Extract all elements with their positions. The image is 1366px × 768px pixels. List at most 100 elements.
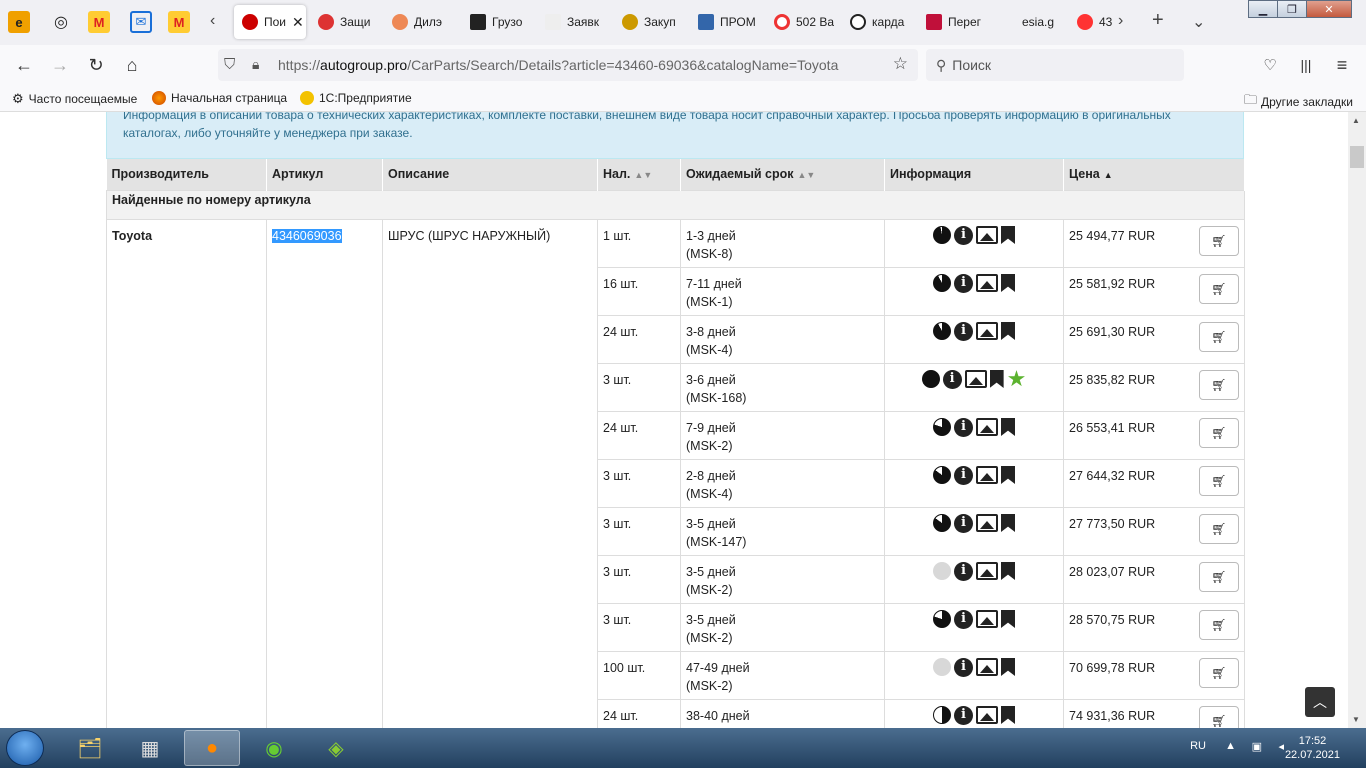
add-to-cart-button[interactable]: 🛒︎ bbox=[1199, 273, 1239, 304]
image-icon[interactable] bbox=[976, 514, 998, 532]
tab-7[interactable]: ПРОМ bbox=[698, 5, 758, 39]
other-bookmarks[interactable]: 🗀 Другие закладки bbox=[1244, 91, 1353, 113]
add-to-cart-button[interactable]: 🛒︎ bbox=[1199, 705, 1239, 728]
start-button[interactable] bbox=[6, 730, 44, 766]
image-icon[interactable] bbox=[964, 370, 987, 388]
add-to-cart-button[interactable]: 🛒︎ bbox=[1199, 225, 1239, 256]
scroll-down-icon[interactable]: ▼ bbox=[1352, 715, 1360, 724]
tab-scroll-right-icon[interactable]: › bbox=[1118, 12, 1123, 30]
info-icon[interactable]: i bbox=[954, 657, 973, 677]
bookmark-icon[interactable] bbox=[1001, 274, 1015, 292]
tab-9[interactable]: карда bbox=[850, 5, 910, 39]
article-number[interactable]: 4346069036 bbox=[272, 228, 342, 243]
availability-pie-icon[interactable] bbox=[933, 466, 951, 484]
url-bar[interactable]: ⛉ 🔒︎ https://autogroup.pro/CarParts/Sear… bbox=[218, 49, 918, 81]
info-icon[interactable]: i bbox=[954, 705, 973, 725]
image-icon[interactable] bbox=[976, 274, 998, 292]
bookmark-star-icon[interactable]: ☆ bbox=[893, 54, 908, 74]
tab-10[interactable]: Перег bbox=[926, 5, 986, 39]
bookmark-icon[interactable] bbox=[1001, 466, 1015, 484]
scrollbar-thumb[interactable] bbox=[1350, 146, 1364, 168]
network-icon[interactable]: ▣ bbox=[1252, 740, 1262, 753]
bookmark-home[interactable]: Начальная страница bbox=[152, 91, 287, 105]
bookmark-frequent[interactable]: ⚙ Часто посещаемые bbox=[12, 91, 137, 107]
star-icon[interactable]: ★ bbox=[1007, 368, 1027, 390]
info-icon[interactable]: i bbox=[954, 273, 973, 293]
shield-icon[interactable]: ⛉ bbox=[224, 56, 235, 73]
bookmark-icon[interactable] bbox=[989, 370, 1004, 388]
header-price[interactable]: Цена ▲ bbox=[1063, 159, 1245, 190]
language-indicator[interactable]: RU bbox=[1190, 740, 1206, 752]
bookmark-icon[interactable] bbox=[1001, 706, 1015, 724]
bookmark-icon[interactable] bbox=[1001, 658, 1015, 676]
tab-scroll-left-icon[interactable]: ‹ bbox=[210, 12, 215, 30]
new-tab-icon[interactable]: + bbox=[1152, 9, 1164, 32]
clock[interactable]: 17:52 22.07.2021 bbox=[1285, 734, 1340, 762]
tab-12[interactable]: 43 bbox=[1077, 5, 1113, 39]
home-icon[interactable]: ⌂ bbox=[120, 53, 144, 77]
info-icon[interactable]: i bbox=[942, 369, 962, 389]
calculator-icon[interactable]: ▦ bbox=[122, 730, 178, 766]
minimize-icon[interactable]: ▁ bbox=[1248, 0, 1278, 18]
bookmark-icon[interactable] bbox=[1001, 322, 1015, 340]
info-icon[interactable]: i bbox=[954, 465, 973, 485]
image-icon[interactable] bbox=[976, 466, 998, 484]
add-to-cart-button[interactable]: 🛒︎ bbox=[1199, 369, 1239, 400]
firefox-taskbar-icon[interactable]: ● bbox=[184, 730, 240, 766]
mail-icon[interactable]: M bbox=[88, 11, 110, 33]
app-green-icon[interactable]: ◉ bbox=[246, 730, 302, 766]
add-to-cart-button[interactable]: 🛒︎ bbox=[1199, 561, 1239, 592]
add-to-cart-button[interactable]: 🛒︎ bbox=[1199, 321, 1239, 352]
header-stock[interactable]: Нал. ▲▼ bbox=[597, 159, 681, 190]
menu-icon[interactable]: ≡ bbox=[1330, 53, 1354, 77]
info-icon[interactable]: i bbox=[954, 321, 973, 341]
volume-icon[interactable]: ◂ bbox=[1278, 740, 1284, 753]
header-term[interactable]: Ожидаемый срок ▲▼ bbox=[680, 159, 885, 190]
image-icon[interactable] bbox=[976, 562, 998, 580]
image-icon[interactable] bbox=[976, 226, 998, 244]
scroll-up-icon[interactable]: ▲ bbox=[1352, 116, 1360, 125]
image-icon[interactable] bbox=[976, 610, 998, 628]
availability-pie-icon[interactable] bbox=[933, 418, 951, 436]
tab-4[interactable]: Грузо bbox=[470, 5, 530, 39]
bookmark-icon[interactable] bbox=[1001, 418, 1015, 436]
tray-arrow-icon[interactable]: ▲ bbox=[1225, 740, 1236, 752]
availability-pie-icon[interactable] bbox=[921, 370, 940, 388]
lock-icon[interactable]: 🔒︎ bbox=[252, 56, 259, 73]
info-icon[interactable]: i bbox=[954, 513, 973, 533]
info-icon[interactable]: i bbox=[954, 417, 973, 437]
bookmark-icon[interactable] bbox=[1001, 610, 1015, 628]
tab-6[interactable]: Закуп bbox=[622, 5, 682, 39]
add-to-cart-button[interactable]: 🛒︎ bbox=[1199, 609, 1239, 640]
library-icon[interactable]: ||| bbox=[1294, 53, 1318, 77]
add-to-cart-button[interactable]: 🛒︎ bbox=[1199, 417, 1239, 448]
availability-pie-icon[interactable] bbox=[933, 274, 951, 292]
close-window-icon[interactable]: ✕ bbox=[1306, 0, 1352, 18]
availability-pie-icon[interactable] bbox=[933, 706, 951, 724]
availability-pie-icon[interactable] bbox=[933, 514, 951, 532]
add-to-cart-button[interactable]: 🛒︎ bbox=[1199, 513, 1239, 544]
tab-list-icon[interactable]: ⌄ bbox=[1192, 12, 1205, 32]
globe-icon[interactable]: ◎ bbox=[50, 11, 72, 33]
back-icon[interactable]: ← bbox=[12, 53, 36, 77]
app-lime-icon[interactable]: ◈ bbox=[308, 730, 364, 766]
tab-8[interactable]: 502 Ва bbox=[774, 5, 834, 39]
search-input[interactable]: ⚲ Поиск bbox=[926, 49, 1184, 81]
tab-3[interactable]: Дилэ bbox=[392, 5, 452, 39]
explorer-icon[interactable]: 🗂︎ bbox=[62, 730, 118, 766]
tab-active[interactable]: Пои ✕ bbox=[234, 5, 306, 39]
image-icon[interactable] bbox=[976, 418, 998, 436]
bookmark-1c[interactable]: 1С:Предприятие bbox=[300, 91, 412, 105]
mail-icon-2[interactable]: M bbox=[168, 11, 190, 33]
availability-pie-icon[interactable] bbox=[933, 226, 951, 244]
reload-icon[interactable]: ↻ bbox=[84, 53, 108, 77]
scroll-to-top-button[interactable]: ︿ bbox=[1305, 687, 1335, 717]
tab-2[interactable]: Защи bbox=[318, 5, 378, 39]
tab-11[interactable]: esia.g bbox=[1000, 5, 1060, 39]
add-to-cart-button[interactable]: 🛒︎ bbox=[1199, 657, 1239, 688]
image-icon[interactable] bbox=[976, 322, 998, 340]
maximize-icon[interactable]: ❐ bbox=[1277, 0, 1307, 18]
info-icon[interactable]: i bbox=[954, 225, 973, 245]
vertical-scrollbar[interactable]: ▲ ▼ bbox=[1348, 112, 1366, 728]
info-icon[interactable]: i bbox=[954, 609, 973, 629]
